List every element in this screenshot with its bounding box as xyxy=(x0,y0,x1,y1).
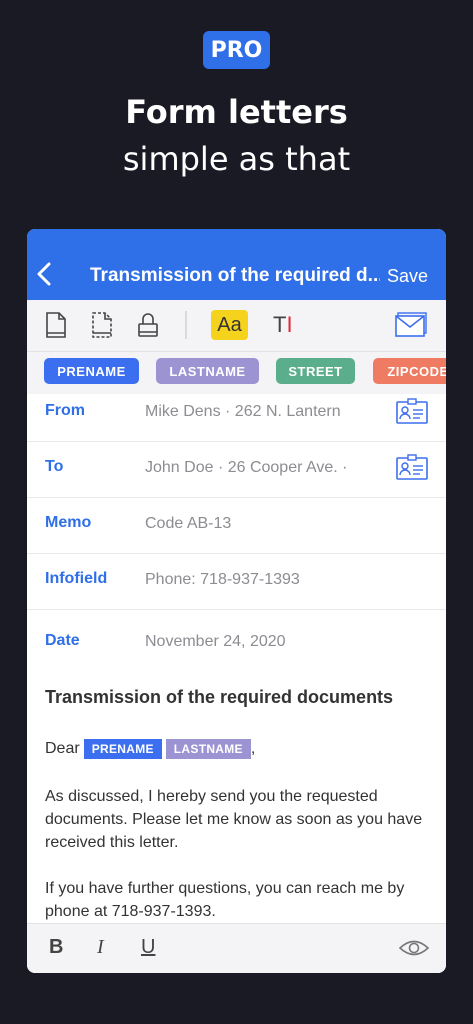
bold-button[interactable]: B xyxy=(49,936,63,959)
field-label: Infofield xyxy=(45,570,108,587)
contact-card-icon[interactable] xyxy=(396,454,428,485)
app-screen: Transmission of the required d... Save A… xyxy=(27,229,446,973)
mail-icon[interactable] xyxy=(395,312,427,343)
field-value: November 24, 2020 xyxy=(145,633,286,650)
document-dashed-icon[interactable] xyxy=(91,312,113,343)
italic-button[interactable]: I xyxy=(97,936,104,959)
toolbar: Aa TI xyxy=(27,300,446,352)
text-cursor-label: T xyxy=(273,312,287,337)
chip-zipcode[interactable]: ZIPCODE xyxy=(373,358,446,384)
letter-paragraph[interactable]: If you have further questions, you can r… xyxy=(45,877,425,923)
letter-title: Transmission of the required d... xyxy=(90,265,380,286)
lock-icon[interactable] xyxy=(137,312,159,343)
field-infofield[interactable]: Infofield Phone: 718-937-1393 xyxy=(27,554,446,610)
field-from[interactable]: From Mike Dens · 262 N. Lantern xyxy=(27,386,446,442)
inline-chip-lastname[interactable]: LASTNAME xyxy=(165,739,251,759)
letter-paragraph[interactable]: As discussed, I hereby send you the requ… xyxy=(45,785,425,854)
text-cursor-button[interactable]: TI xyxy=(273,312,293,338)
save-button[interactable]: Save xyxy=(387,266,428,287)
salutation-text: Dear xyxy=(45,740,80,757)
field-to[interactable]: To John Doe · 26 Cooper Ave. · xyxy=(27,442,446,498)
toolbar-divider xyxy=(185,311,187,339)
salutation-comma: , xyxy=(250,740,256,757)
document-icon[interactable] xyxy=(45,312,67,343)
format-bar: B I U xyxy=(27,923,446,973)
contact-card-icon[interactable] xyxy=(396,398,428,429)
field-label: From xyxy=(45,402,85,419)
field-label: To xyxy=(45,458,64,475)
promo-subheadline: simple as that xyxy=(122,140,351,178)
eye-icon[interactable] xyxy=(398,938,430,964)
field-value: Phone: 718-937-1393 xyxy=(145,571,300,588)
chip-prename[interactable]: PRENAME xyxy=(44,358,139,384)
field-label: Date xyxy=(45,632,80,649)
field-value: Mike Dens · 262 N. Lantern xyxy=(145,403,341,420)
pro-badge: PRO xyxy=(203,31,270,69)
field-memo[interactable]: Memo Code AB-13 xyxy=(27,498,446,554)
navigation-bar: Transmission of the required d... Save xyxy=(27,229,446,300)
inline-chip-prename[interactable]: PRENAME xyxy=(83,739,162,759)
promo-headline: Form letters xyxy=(125,93,348,131)
back-icon[interactable] xyxy=(35,261,55,289)
underline-button[interactable]: U xyxy=(141,936,155,959)
field-label: Memo xyxy=(45,514,92,531)
field-value: John Doe · 26 Cooper Ave. · xyxy=(145,459,348,476)
salutation-line[interactable]: Dear PRENAME LASTNAME , xyxy=(45,739,255,759)
chip-street[interactable]: STREET xyxy=(276,358,355,384)
font-button[interactable]: Aa xyxy=(211,310,248,340)
field-date[interactable]: Date November 24, 2020 xyxy=(27,610,446,670)
letter-subject[interactable]: Transmission of the required documents xyxy=(45,687,393,708)
field-value: Code AB-13 xyxy=(145,515,232,532)
text-cursor-icon: I xyxy=(286,312,293,337)
chip-lastname[interactable]: LASTNAME xyxy=(156,358,259,384)
